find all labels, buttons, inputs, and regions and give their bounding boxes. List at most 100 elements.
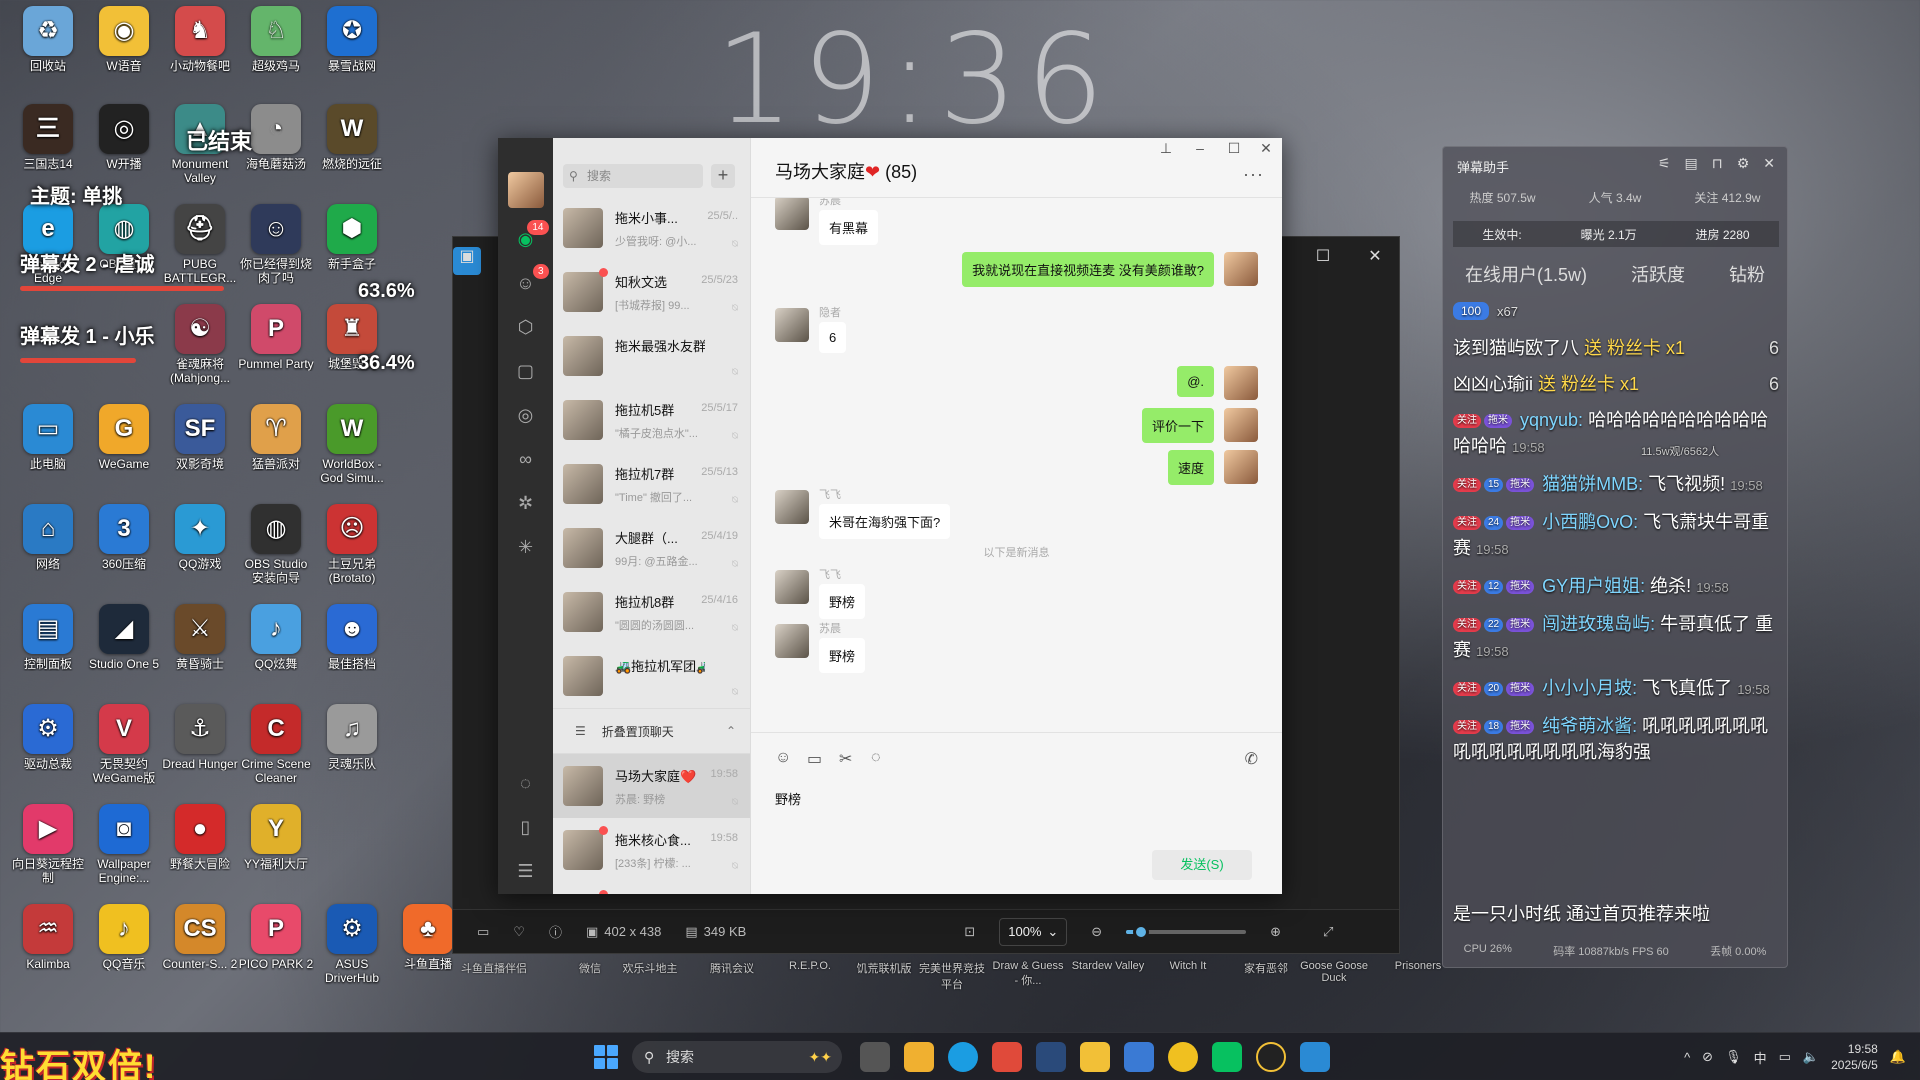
- w-voice-icon[interactable]: [1080, 1042, 1110, 1072]
- file-explorer-icon[interactable]: [904, 1042, 934, 1072]
- info-icon[interactable]: ⓘ: [549, 922, 562, 941]
- gallery-icon[interactable]: ▭: [477, 924, 489, 940]
- ime-indicator[interactable]: 中: [1754, 1048, 1767, 1067]
- desktop-icon[interactable]: ⚓ Dread Hunger: [162, 704, 238, 771]
- desktop-icon[interactable]: ◙ Wallpaper Engine:...: [86, 804, 162, 885]
- message-bubble[interactable]: 速度: [1167, 450, 1214, 485]
- fit-icon[interactable]: ⊡: [964, 924, 975, 940]
- network-icon[interactable]: ▭: [1779, 1049, 1791, 1065]
- contacts-icon[interactable]: ☺ 3: [513, 264, 549, 296]
- conversation-item[interactable]: 拖米最强水友群 ⍉: [553, 324, 750, 388]
- notification-icon[interactable]: 🔔: [1890, 1049, 1906, 1065]
- danmu-tab[interactable]: 钻粉: [1729, 261, 1765, 287]
- desktop-icon[interactable]: C Crime Scene Cleaner: [238, 704, 314, 785]
- settings-icon[interactable]: ⚙: [1737, 155, 1750, 172]
- microphone-icon[interactable]: 🎙: [1725, 1049, 1742, 1065]
- sender-avatar[interactable]: [775, 308, 809, 342]
- danmu-user[interactable]: 小西鹏OvO:: [1542, 512, 1638, 532]
- follow-tag[interactable]: 关注: [1453, 682, 1481, 697]
- send-button[interactable]: 发送(S): [1152, 850, 1252, 880]
- desktop-icon[interactable]: G WeGame: [86, 404, 162, 471]
- desktop-icon[interactable]: CS Counter-S... 2: [162, 904, 238, 971]
- volume-icon[interactable]: 🔈: [1803, 1049, 1819, 1065]
- follow-tag[interactable]: 关注: [1453, 720, 1481, 735]
- chat-history-icon[interactable]: ◌: [871, 749, 881, 767]
- follow-tag[interactable]: 关注: [1453, 580, 1481, 595]
- fullscreen-icon[interactable]: ⤢: [1323, 924, 1333, 940]
- follow-tag[interactable]: 关注: [1453, 516, 1481, 531]
- zoom-out-icon[interactable]: ⊖: [1091, 924, 1102, 940]
- desktop-icon-label[interactable]: Draw & Guess - 你...: [990, 960, 1066, 988]
- danmu-user[interactable]: 纯爷萌冰酱:: [1542, 716, 1637, 736]
- desktop-icon[interactable]: ▭ 此电脑: [10, 404, 86, 471]
- desktop-icon-label[interactable]: R.E.P.O.: [772, 960, 848, 972]
- close-icon[interactable]: ✕: [1365, 247, 1385, 267]
- desktop-icon[interactable]: SF 双影奇境: [162, 404, 238, 471]
- follow-tag[interactable]: 关注: [1453, 618, 1481, 633]
- w-live-icon[interactable]: [1256, 1042, 1286, 1072]
- danmu-tab[interactable]: 在线用户(1.5w): [1465, 261, 1587, 287]
- desktop-icon[interactable]: ♻ 回收站: [10, 6, 86, 73]
- start-button[interactable]: [594, 1045, 618, 1069]
- conversation-item[interactable]: 拖拉机5群 25/5/17 "橘子皮泡点水"... ⍉: [553, 388, 750, 452]
- desktop-icon[interactable]: P PICO PARK 2: [238, 904, 314, 971]
- scissors-icon[interactable]: ✂: [839, 749, 852, 769]
- message-bubble[interactable]: 有黑幕: [819, 210, 879, 245]
- filter-icon[interactable]: ⚟: [1658, 155, 1671, 172]
- message-bubble[interactable]: 野榜: [819, 584, 866, 619]
- maximize-icon[interactable]: ☐: [1313, 247, 1333, 267]
- desktop-icon[interactable]: ⚙ ASUS DriverHub: [314, 904, 390, 985]
- folded-pinned-chats[interactable]: ☰ 折叠置顶聊天 ⌃: [553, 708, 750, 754]
- danmu-user[interactable]: 小小小月坡:: [1542, 678, 1637, 698]
- app-icon-1[interactable]: [992, 1042, 1022, 1072]
- desktop-icon[interactable]: ☺ 你已经得到烧肉了吗: [238, 204, 314, 285]
- desktop-icon[interactable]: ◍ OBS Studio 安装向导: [238, 504, 314, 585]
- zoom-select[interactable]: 100% ⌄: [999, 917, 1068, 946]
- desktop-icon-label[interactable]: 欢乐斗地主: [612, 960, 688, 976]
- desktop-icon[interactable]: ⬢ 新手盒子: [314, 204, 390, 271]
- sender-avatar[interactable]: [775, 624, 809, 658]
- more-icon[interactable]: ···: [1243, 164, 1264, 185]
- sender-avatar[interactable]: [775, 490, 809, 524]
- desktop-icon[interactable]: ◎ W开播: [86, 104, 162, 171]
- folder-icon[interactable]: ▭: [807, 749, 822, 769]
- desktop-icon[interactable]: ⛑ PUBG BATTLEGR...: [162, 204, 238, 285]
- desktop-icon[interactable]: W 燃烧的远征: [314, 104, 390, 171]
- close-icon[interactable]: ✕: [1256, 140, 1276, 157]
- minimize-icon[interactable]: –: [1190, 140, 1210, 156]
- search-discover-icon[interactable]: ✳: [513, 534, 539, 560]
- conversation-item[interactable]: 马场大家庭❤️ 19:58 苏晨: 野榜 ⍉: [553, 754, 750, 818]
- danmu-tab[interactable]: 活跃度: [1631, 261, 1685, 287]
- search-input[interactable]: ⚲ 搜索: [563, 164, 703, 188]
- desktop-icon-label[interactable]: Witch It: [1150, 960, 1226, 972]
- wechat-icon[interactable]: [1212, 1042, 1242, 1072]
- conversation-item[interactable]: 拖米核心食...19:58⍉: [553, 882, 750, 894]
- desktop-icon[interactable]: ♫ 灵魂乐队: [314, 704, 390, 771]
- moments-icon[interactable]: ◎: [513, 402, 539, 428]
- desktop-icon[interactable]: ◉ W语音: [86, 6, 162, 73]
- mini-programs-icon[interactable]: ✲: [513, 490, 539, 516]
- conversation-item[interactable]: 拖拉机8群 25/4/16 "圆圆的汤圆圆... ⍉: [553, 580, 750, 644]
- conversation-item[interactable]: 拖米核心食... 19:58 [233条] 柠檬: ... ⍉: [553, 818, 750, 882]
- desktop-icon[interactable]: V 无畏契约 WeGame版: [86, 704, 162, 785]
- desktop-icon[interactable]: ⚔ 黄昏骑士: [162, 604, 238, 671]
- conversation-item[interactable]: 知秋文选 25/5/23 [书城荐报] 99... ⍉: [553, 260, 750, 324]
- call-icon[interactable]: ✆: [1245, 749, 1258, 769]
- message-bubble[interactable]: 我就说现在直接视频连麦 没有美颜谁敢?: [962, 252, 1214, 287]
- follow-tag[interactable]: 关注: [1453, 478, 1481, 493]
- conversation-item[interactable]: 🚜拖拉机军团🚜 ⍉: [553, 644, 750, 708]
- message-bubble[interactable]: 米哥在海豹强下面?: [819, 504, 951, 539]
- favorites-icon[interactable]: ⬡: [513, 314, 539, 340]
- message-bubble[interactable]: 野榜: [819, 638, 866, 673]
- photos-icon[interactable]: [1300, 1042, 1330, 1072]
- files-icon[interactable]: ▢: [513, 358, 539, 384]
- desktop-icon-label[interactable]: Stardew Valley: [1070, 960, 1146, 972]
- danmu-user[interactable]: yqnyub:: [1520, 410, 1583, 430]
- desktop-icon[interactable]: ♪ QQ音乐: [86, 904, 162, 971]
- desktop-icon[interactable]: P Pummel Party: [238, 304, 314, 371]
- message-bubble[interactable]: 评价一下: [1141, 408, 1214, 443]
- my-avatar[interactable]: [1224, 408, 1258, 442]
- conversation-item[interactable]: 拖拉机7群 25/5/13 "Time" 撤回了... ⍉: [553, 452, 750, 516]
- add-button[interactable]: +: [711, 164, 735, 188]
- desktop-icon-label[interactable]: 家有恶邻: [1228, 960, 1304, 976]
